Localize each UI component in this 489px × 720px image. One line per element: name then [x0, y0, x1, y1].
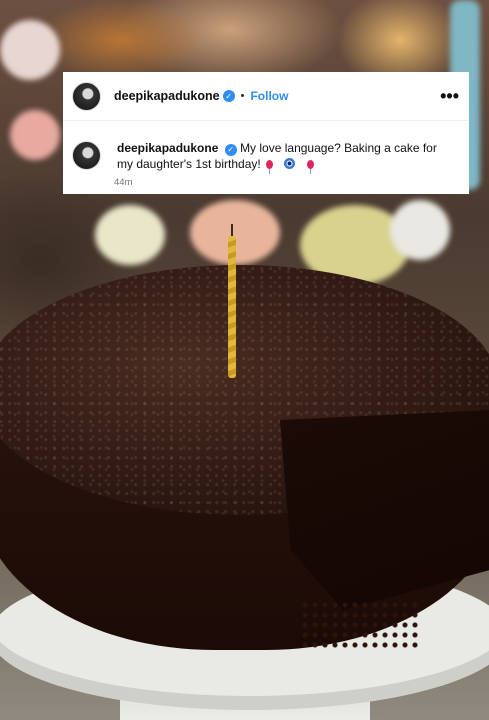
flower-bokeh [10, 110, 60, 160]
caption-row: deepikapadukone ✓ My love language? Baki… [63, 121, 469, 174]
caption-username[interactable]: deepikapadukone [117, 141, 218, 155]
post-timestamp: 44m [114, 177, 133, 188]
avatar[interactable] [72, 141, 101, 170]
flower-bokeh [0, 20, 60, 80]
post-header: deepikapadukone ✓ • Follow ••• [63, 72, 469, 121]
nazar-amulet-icon [284, 158, 296, 169]
balloon-icon [266, 160, 274, 174]
instagram-post-card: deepikapadukone ✓ • Follow ••• deepikapa… [63, 72, 469, 194]
verified-badge-icon: ✓ [222, 90, 235, 102]
birthday-candle [228, 236, 236, 378]
flower-bokeh [95, 205, 165, 265]
follow-button[interactable]: Follow [250, 89, 288, 103]
more-options-icon[interactable]: ••• [440, 87, 459, 105]
username[interactable]: deepikapadukone [114, 89, 220, 103]
avatar[interactable] [72, 81, 101, 111]
caption: deepikapadukone ✓ My love language? Baki… [117, 140, 437, 174]
verified-badge-icon: ✓ [224, 144, 237, 156]
cake-crumbs [300, 600, 420, 650]
balloon-icon [306, 160, 314, 174]
separator-dot: • [240, 90, 245, 102]
flower-bokeh [390, 200, 450, 260]
